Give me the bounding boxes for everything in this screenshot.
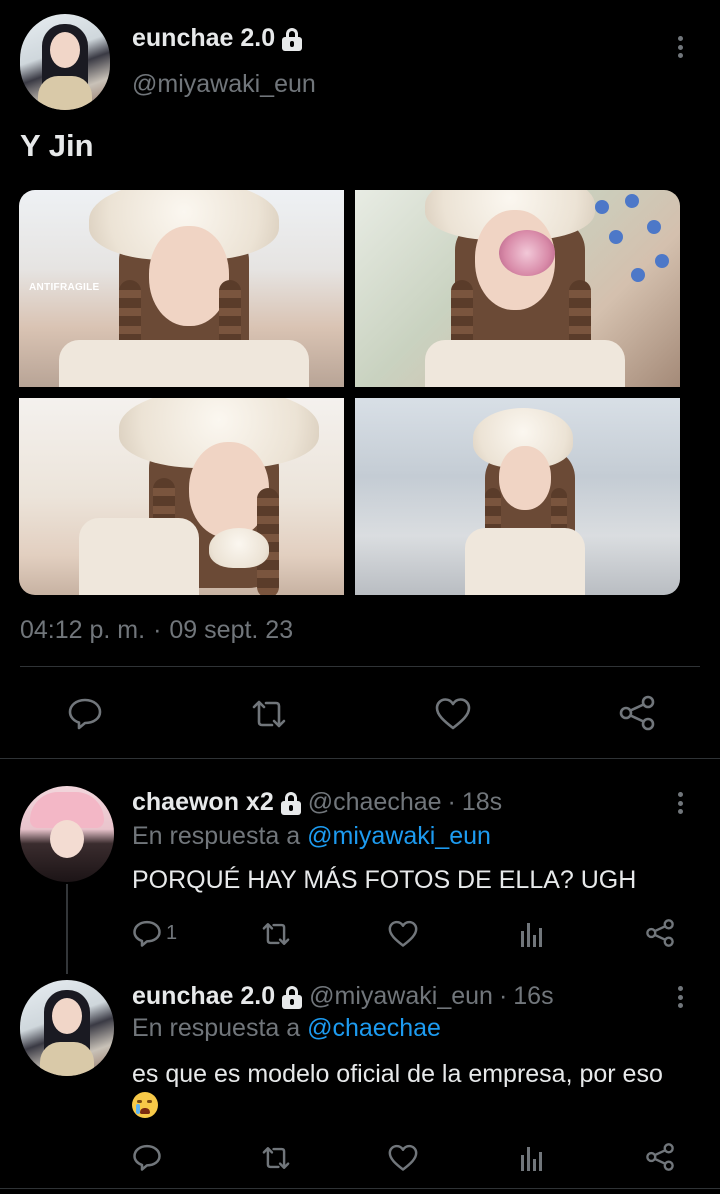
display-name[interactable]: chaewon x2 <box>132 788 274 817</box>
share-icon[interactable] <box>644 916 676 950</box>
avatar[interactable] <box>20 786 114 882</box>
reply-count: 1 <box>166 921 178 944</box>
main-tweet: eunchae 2.0 @miyawaki_eun Y Jin ANTIFRAG… <box>0 0 720 760</box>
retweet-icon[interactable] <box>258 1142 294 1174</box>
lock-icon <box>280 791 302 815</box>
reply-text-content: es que es modelo oficial de la empresa, … <box>132 1060 663 1088</box>
tweet-date: 09 sept. 23 <box>169 616 294 644</box>
retweet-icon[interactable] <box>258 918 294 950</box>
share-icon[interactable] <box>616 692 658 734</box>
retweet-icon[interactable] <box>246 694 292 734</box>
reply-icon[interactable] <box>132 1140 162 1174</box>
display-name[interactable]: eunchae 2.0 <box>132 982 275 1011</box>
handle-row: @miyawaki_eun <box>132 70 316 99</box>
reply-button[interactable]: 1 <box>132 916 177 950</box>
photo-3[interactable] <box>19 398 344 595</box>
media-grid: ANTIFRAGILE <box>19 190 680 595</box>
reply-icon <box>133 920 161 947</box>
time-ago[interactable]: 18s <box>462 788 502 817</box>
crying-cat-emoji <box>132 1092 158 1118</box>
separator: · <box>447 788 456 816</box>
author-name-row: eunchae 2.0 <box>132 24 303 53</box>
reply-icon[interactable] <box>64 692 106 734</box>
handle[interactable]: @chaechae <box>308 788 442 817</box>
separator: · <box>153 616 162 644</box>
reply-mention[interactable]: @chaechae <box>307 1014 441 1042</box>
reply-mention[interactable]: @miyawaki_eun <box>307 822 491 850</box>
analytics-icon[interactable] <box>518 918 546 950</box>
divider <box>20 666 700 667</box>
reply-to-prefix: En respuesta a <box>132 822 301 850</box>
separator: · <box>498 982 508 1010</box>
avatar[interactable] <box>20 14 110 110</box>
handle[interactable]: @miyawaki_eun <box>309 982 493 1011</box>
lock-icon <box>281 27 303 51</box>
more-vertical-icon[interactable] <box>670 982 690 1012</box>
share-icon[interactable] <box>644 1140 676 1174</box>
tweet-timestamp[interactable]: 04:12 p. m. · 09 sept. 23 <box>20 616 293 645</box>
avatar[interactable] <box>20 980 114 1076</box>
more-vertical-icon[interactable] <box>670 788 690 818</box>
more-vertical-icon[interactable] <box>670 32 690 62</box>
reply-to-prefix: En respuesta a <box>132 1014 301 1042</box>
display-name[interactable]: eunchae 2.0 <box>132 24 275 53</box>
watermark-text: ANTIFRAGILE <box>29 282 100 293</box>
tweet-text: Y Jin <box>20 128 94 163</box>
reply-1-header: chaewon x2 @chaechae · 18s <box>132 788 502 817</box>
reply-text: es que es modelo oficial de la empresa, … <box>132 1058 692 1122</box>
photo-2[interactable] <box>355 190 680 387</box>
reply-2-header: eunchae 2.0 @miyawaki_eun · 16s <box>132 982 554 1011</box>
reply-to-line: En respuesta a @chaechae <box>132 1014 441 1043</box>
thread-line <box>66 884 68 974</box>
lock-icon <box>281 985 303 1009</box>
photo-1[interactable]: ANTIFRAGILE <box>19 190 344 387</box>
divider <box>0 1188 720 1189</box>
heart-icon[interactable] <box>386 1142 420 1174</box>
tweet-time: 04:12 p. m. <box>20 616 146 644</box>
photo-4[interactable] <box>355 398 680 595</box>
reply-text: PORQUÉ HAY MÁS FOTOS DE ELLA? UGH <box>132 866 637 894</box>
divider <box>0 758 720 759</box>
reply-to-line: En respuesta a @miyawaki_eun <box>132 822 491 851</box>
time-ago[interactable]: 16s <box>513 982 553 1011</box>
heart-icon[interactable] <box>432 694 474 734</box>
analytics-icon[interactable] <box>518 1142 546 1174</box>
handle[interactable]: @miyawaki_eun <box>132 70 316 99</box>
heart-icon[interactable] <box>386 918 420 950</box>
